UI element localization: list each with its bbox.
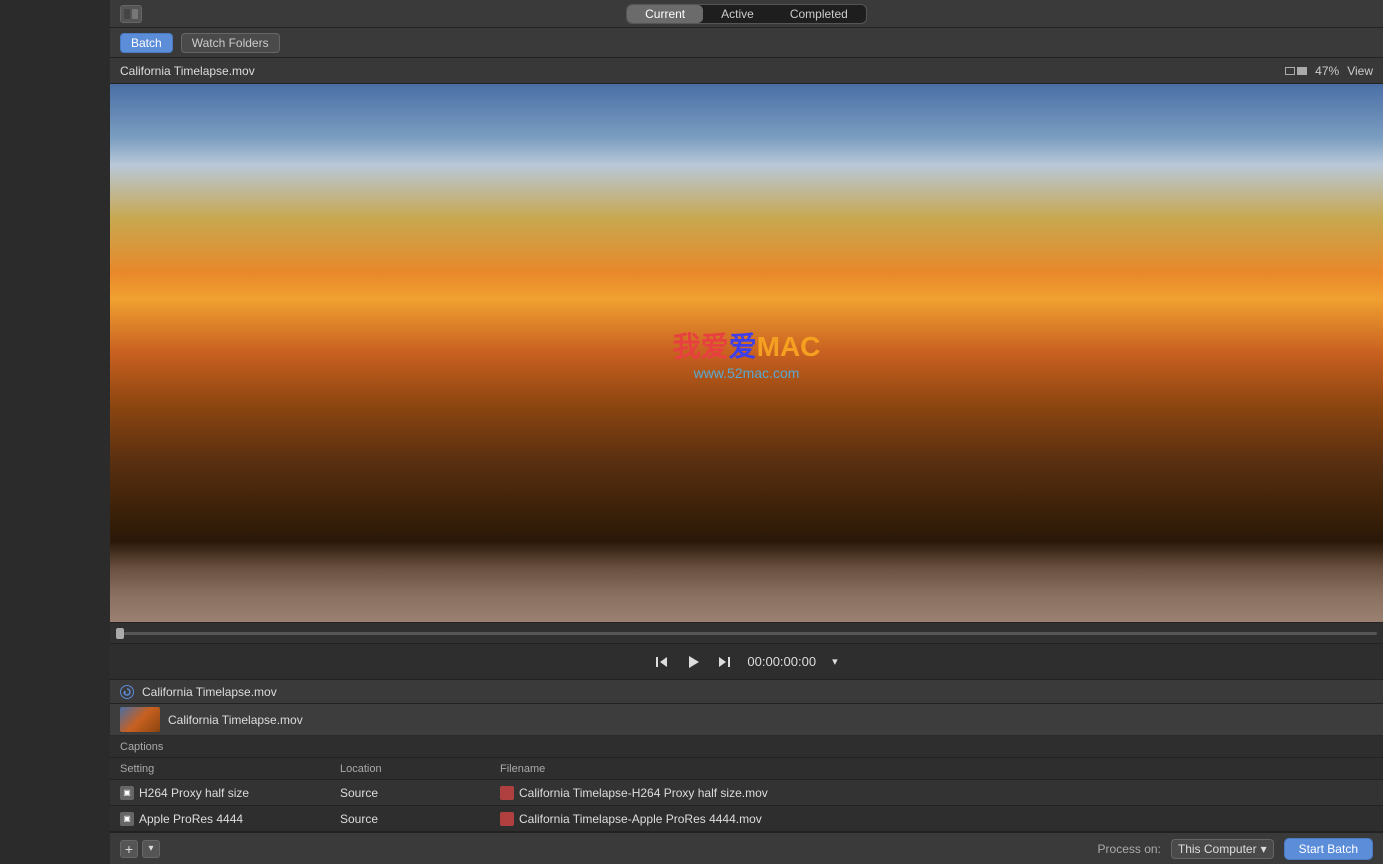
- process-on-label: Process on:: [1098, 842, 1161, 856]
- file-status-icon: [120, 685, 134, 699]
- file-thumbnail: [120, 707, 160, 732]
- settings-cell-filename-0: California Timelapse-H264 Proxy half siz…: [500, 786, 1373, 800]
- sidebar: [0, 0, 110, 864]
- process-on-dropdown-icon: ▾: [1261, 842, 1267, 856]
- zoom-level[interactable]: 47%: [1315, 64, 1339, 78]
- full-view-icon: [1297, 67, 1307, 75]
- filename-bar: California Timelapse.mov 47% View: [110, 58, 1383, 84]
- timeline-track[interactable]: [116, 632, 1377, 635]
- main-content: Current Active Completed Batch Watch Fol…: [110, 0, 1383, 864]
- file-list-header-name: California Timelapse.mov: [142, 685, 277, 699]
- timecode-dropdown[interactable]: ▾: [832, 655, 838, 668]
- settings-col-location-header: Location: [340, 763, 500, 775]
- filename-icon-1: [500, 812, 514, 826]
- skip-back-icon: [655, 655, 669, 669]
- timeline-playhead[interactable]: [116, 628, 124, 639]
- watermark-url: www.52mac.com: [673, 365, 821, 381]
- process-on-select[interactable]: This Computer ▾: [1171, 839, 1274, 859]
- process-on-value: This Computer: [1178, 842, 1257, 856]
- settings-cell-location-0: Source: [340, 786, 500, 800]
- video-frame: 我爱爱MAC www.52mac.com: [110, 84, 1383, 622]
- play-button[interactable]: [685, 654, 701, 670]
- timecode-display: 00:00:00:00: [747, 654, 816, 669]
- captions-row: Captions: [110, 736, 1383, 758]
- codec-icon-1: ▣: [120, 812, 134, 826]
- settings-col-setting-header: Setting: [120, 763, 340, 775]
- bottom-right-controls: Process on: This Computer ▾ Start Batch: [1098, 838, 1373, 860]
- tab-current[interactable]: Current: [627, 5, 703, 23]
- bottom-left-controls: + ▾: [120, 840, 160, 858]
- sidebar-toggle-btn[interactable]: [120, 5, 142, 23]
- settings-row-0[interactable]: ▣ H264 Proxy half size Source California…: [110, 780, 1383, 806]
- tab-group: Current Active Completed: [626, 4, 867, 24]
- bottom-bar: + ▾ Process on: This Computer ▾ Start Ba…: [110, 832, 1383, 864]
- timeline[interactable]: [110, 622, 1383, 644]
- watermark: 我爱爱MAC www.52mac.com: [673, 325, 821, 381]
- codec-icon-0: ▣: [120, 786, 134, 800]
- batch-button[interactable]: Batch: [120, 33, 173, 53]
- captions-label: Captions: [120, 741, 163, 753]
- watermark-line1: 我爱爱MAC: [673, 325, 821, 365]
- file-item-name: California Timelapse.mov: [168, 713, 303, 727]
- file-list-item[interactable]: California Timelapse.mov: [110, 704, 1383, 736]
- batch-bar: Batch Watch Folders: [110, 28, 1383, 58]
- current-filename: California Timelapse.mov: [120, 64, 255, 78]
- skip-forward-icon: [717, 655, 731, 669]
- add-output-button[interactable]: +: [120, 840, 138, 858]
- watermark-ai: 爱: [729, 331, 757, 362]
- go-to-end-button[interactable]: [717, 655, 731, 669]
- tab-completed[interactable]: Completed: [772, 5, 866, 23]
- top-bar: Current Active Completed: [110, 0, 1383, 28]
- settings-row-1[interactable]: ▣ Apple ProRes 4444 Source California Ti…: [110, 806, 1383, 832]
- view-mode-icon[interactable]: [1285, 67, 1307, 75]
- settings-cell-location-1: Source: [340, 812, 500, 826]
- tab-active[interactable]: Active: [703, 5, 772, 23]
- settings-cell-filename-1: California Timelapse-Apple ProRes 4444.m…: [500, 812, 1373, 826]
- watermark-mac: MAC: [757, 331, 821, 362]
- add-output-arrow-button[interactable]: ▾: [142, 840, 160, 858]
- settings-cell-setting-0: ▣ H264 Proxy half size: [120, 786, 340, 800]
- settings-col-filename-header: Filename: [500, 763, 1373, 775]
- view-dropdown[interactable]: View: [1347, 64, 1373, 78]
- zoom-view-controls: 47% View: [1285, 64, 1373, 78]
- refresh-icon: [123, 688, 131, 696]
- settings-table-header: Setting Location Filename: [110, 758, 1383, 780]
- transport-controls: 00:00:00:00 ▾: [110, 644, 1383, 680]
- go-to-start-button[interactable]: [655, 655, 669, 669]
- start-batch-button[interactable]: Start Batch: [1284, 838, 1373, 860]
- watermark-wo: 我爱: [673, 331, 729, 362]
- filename-icon-0: [500, 786, 514, 800]
- video-preview: 我爱爱MAC www.52mac.com: [110, 84, 1383, 622]
- settings-cell-setting-1: ▣ Apple ProRes 4444: [120, 812, 340, 826]
- split-view-icon: [1285, 67, 1295, 75]
- watch-folders-button[interactable]: Watch Folders: [181, 33, 280, 53]
- play-icon: [685, 654, 701, 670]
- file-list-header: California Timelapse.mov: [110, 680, 1383, 704]
